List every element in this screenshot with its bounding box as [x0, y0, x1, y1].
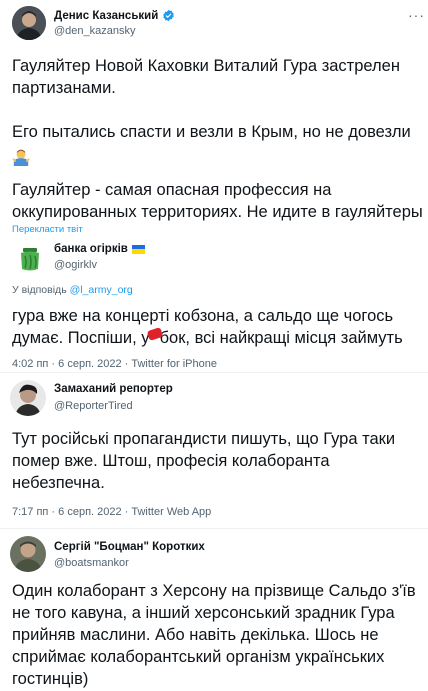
tweet-text-line: сприймає колаборантський організм україн…	[12, 648, 385, 666]
avatar-photo-icon	[10, 536, 46, 572]
tweet-text-line: небезпечна.	[12, 474, 105, 492]
author-name[interactable]: Денис Казанський	[54, 10, 158, 22]
man-shrugging-emoji	[12, 149, 30, 166]
avatar-photo-icon	[12, 6, 46, 40]
verified-badge-icon	[163, 9, 175, 22]
avatar[interactable]	[10, 380, 46, 416]
tweet-text-segment: думає. Поспіши, у	[12, 329, 150, 347]
pickle-jar-avatar-icon	[15, 243, 45, 273]
tweet-timestamp[interactable]: 7:17 пп · 6 серп. 2022 · Twitter Web App	[12, 506, 211, 518]
author-name[interactable]: Сергій "Боцман" Коротких	[54, 541, 205, 553]
author-handle[interactable]: @boatsmankor	[54, 557, 129, 569]
avatar-photo-icon	[10, 380, 46, 416]
tweet-timestamp[interactable]: 4:02 пп · 6 серп. 2022 · Twitter for iPh…	[12, 358, 217, 370]
author-handle[interactable]: @den_kazansky	[54, 25, 136, 37]
tweet-text-line: Его пытались спасти и везли в Крым, но н…	[12, 121, 411, 143]
ukraine-flag-icon	[131, 244, 145, 254]
tweet-text-line: партизанами.	[12, 79, 116, 97]
tweet-text-line: прийняв маслини. Або навіть декілька. Шо…	[12, 626, 379, 644]
author-name[interactable]: банка огірків	[54, 243, 128, 255]
tweet-text-line: Один колаборант з Херсону на прізвище Са…	[12, 582, 416, 600]
tweet-text-line: гура вже на концерті кобзона, а сальдо щ…	[12, 307, 394, 325]
emoji-line	[12, 147, 30, 169]
translate-tweet-link[interactable]: Перекласти твіт	[12, 224, 83, 235]
tweet-text-segment: бок, всі найкращі місця займуть	[159, 329, 403, 347]
tweet-text-line: помер вже. Штош, професія колаборанта	[12, 452, 330, 470]
reply-tweet[interactable]: банка огірків @ogirklv У відповідь @l_ar…	[0, 235, 428, 375]
reply-to-prefix: У відповідь	[12, 284, 70, 296]
avatar[interactable]	[12, 6, 46, 40]
tweet-main[interactable]: Денис Казанський @den_kazansky ··· Гауля…	[0, 0, 428, 241]
reply-to-handle-link[interactable]: @l_army_org	[70, 284, 133, 296]
avatar[interactable]	[15, 243, 45, 273]
tweet-text-line: гостинців)	[12, 670, 89, 688]
tweet-text-line: думає. Поспіши, у бок, всі найкращі місця…	[12, 327, 403, 349]
author-handle[interactable]: @ReporterTired	[54, 400, 133, 412]
reply-tweet[interactable]: Замаханий репортер @ReporterTired Тут ро…	[0, 373, 428, 528]
tweet-text-line: Тут російські пропагандисти пишуть, що Г…	[12, 430, 396, 448]
tweet-text-segment: Его пытались спасти и везли в Крым, но н…	[12, 123, 411, 141]
author-handle[interactable]: @ogirklv	[54, 259, 97, 271]
tweet-text-line: Гауляйтер - самая опасная профессия на	[12, 181, 332, 199]
reply-tweet[interactable]: Сергій "Боцман" Коротких @boatsmankor Од…	[0, 529, 428, 691]
tweet-text-line: Гауляйтер Новой Каховки Виталий Гура зас…	[12, 57, 400, 75]
author-name[interactable]: Замаханий репортер	[54, 383, 173, 395]
avatar[interactable]	[10, 536, 46, 572]
more-options-icon[interactable]: ···	[408, 8, 425, 22]
tweet-text-line: не того кавуна, а інший херсонський зрад…	[12, 604, 395, 622]
tweet-text-line: оккупированных территориях. Не идите в г…	[12, 203, 423, 221]
reply-to-line: У відповідь @l_army_org	[12, 284, 133, 296]
